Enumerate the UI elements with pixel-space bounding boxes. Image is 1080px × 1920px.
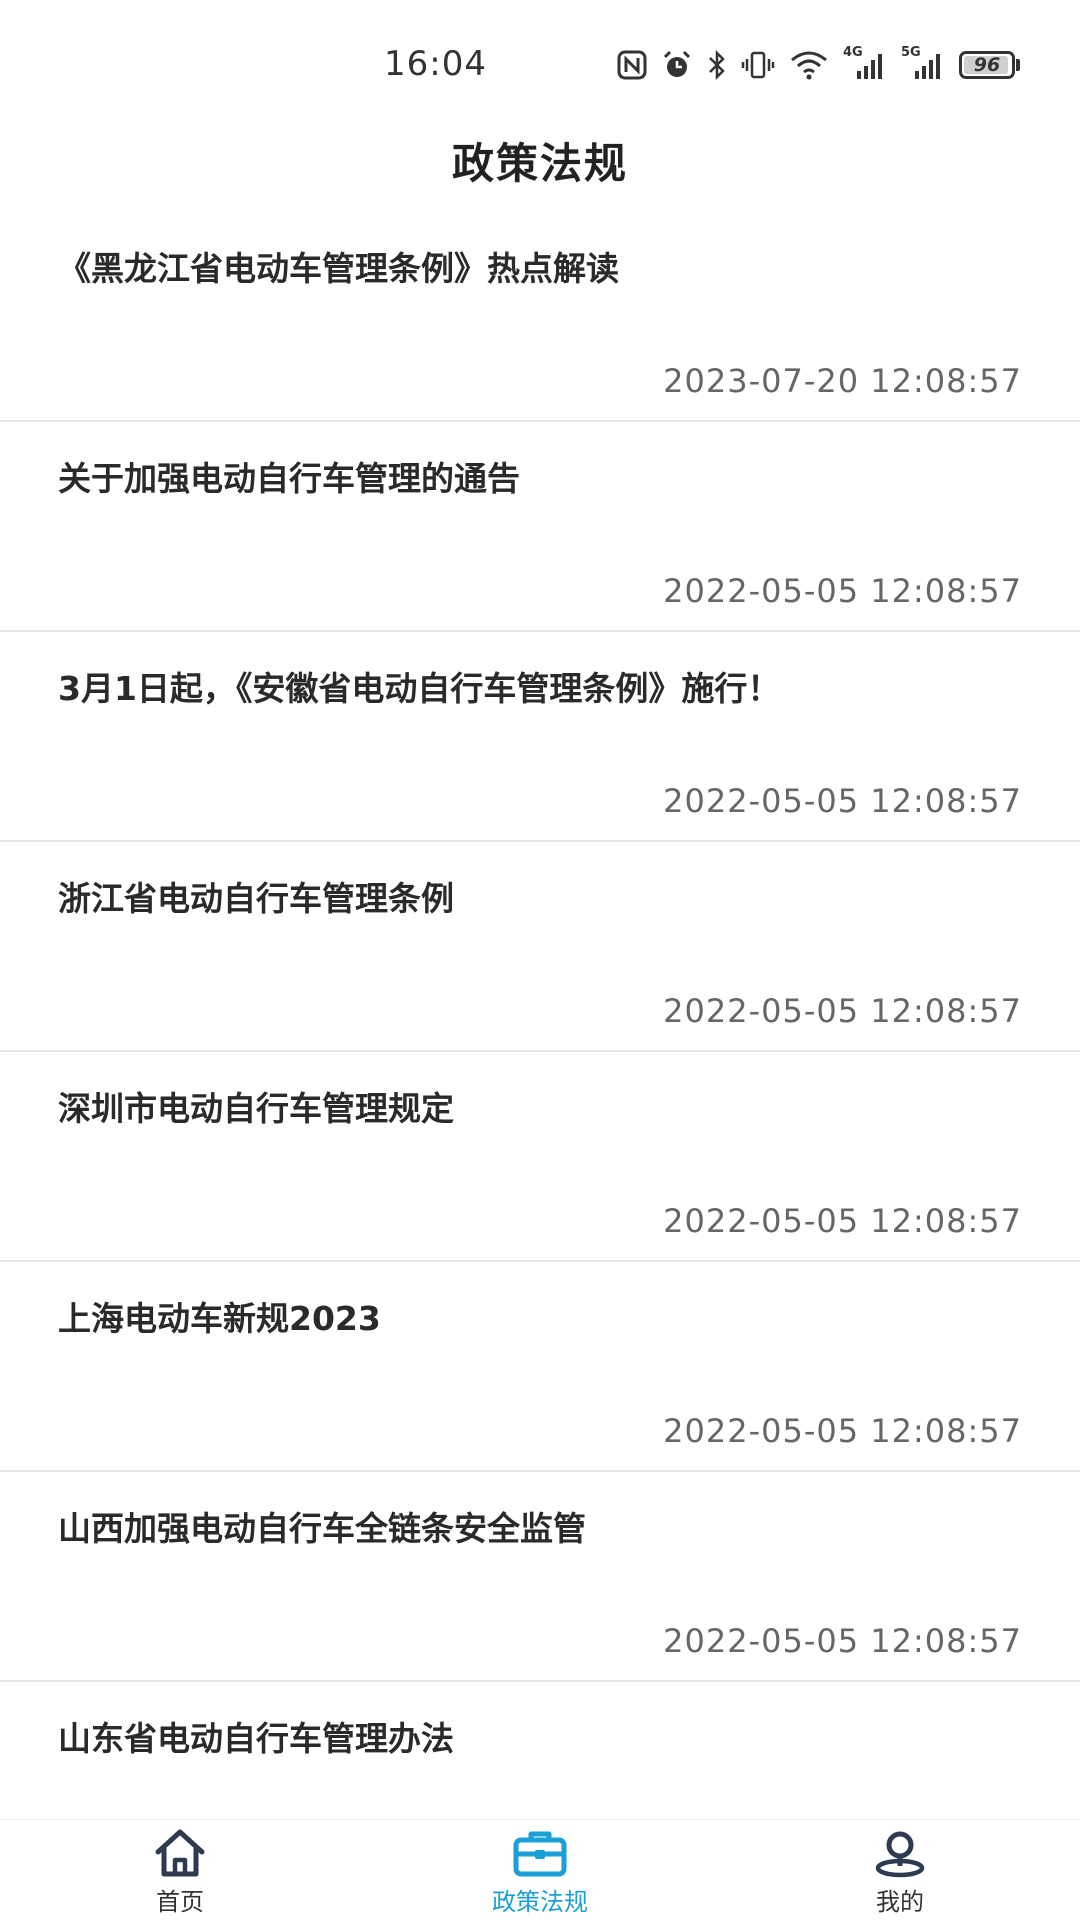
news-title: 山东省电动自行车管理办法 (58, 1719, 454, 1758)
briefcase-icon (513, 1831, 567, 1877)
page-title: 政策法规 (451, 139, 628, 188)
status-bar: 16:04 4G 5G 96 (0, 0, 1080, 120)
list-item[interactable]: 3月1日起，《安徽省电动自行车管理条例》施行！ 2022-05-05 12:08… (0, 632, 1080, 842)
tab-policy-label: 政策法规 (492, 1888, 588, 1916)
news-time: 2023-07-20 12:08:57 (663, 362, 1022, 400)
list-item[interactable]: 浙江省电动自行车管理条例 2022-05-05 12:08:57 (0, 842, 1080, 1052)
news-title: 《黑龙江省电动车管理条例》热点解读 (58, 249, 619, 288)
list-item[interactable]: 上海电动车新规2023 2022-05-05 12:08:57 (0, 1262, 1080, 1472)
user-pin-icon (875, 1831, 925, 1878)
signal-5g-indicator: 5G (901, 45, 945, 81)
tab-policy[interactable]: 政策法规 (360, 1820, 720, 1920)
status-icons: 4G 5G 96 (617, 45, 1020, 82)
news-title: 深圳市电动自行车管理规定 (58, 1089, 454, 1128)
news-title: 上海电动车新规2023 (58, 1299, 381, 1338)
alarm-icon (663, 50, 691, 77)
news-title: 浙江省电动自行车管理条例 (58, 879, 454, 918)
news-title: 山西加强电动自行车全链条安全监管 (58, 1509, 586, 1548)
news-list: 《黑龙江省电动车管理条例》热点解读 2023-07-20 12:08:57 关于… (0, 212, 1080, 1892)
news-title: 3月1日起，《安徽省电动自行车管理条例》施行！ (58, 669, 781, 708)
news-time: 2022-05-05 12:08:57 (663, 992, 1022, 1030)
battery-indicator: 96 (959, 51, 1020, 79)
signal-bars-icon (857, 54, 882, 79)
news-time: 2022-05-05 12:08:57 (663, 572, 1022, 610)
bottom-nav: 首页 政策法规 我的 (0, 1819, 1080, 1920)
tab-home[interactable]: 首页 (0, 1820, 360, 1920)
status-time: 16:04 (384, 44, 487, 84)
home-icon (155, 1829, 205, 1877)
tab-mine[interactable]: 我的 (720, 1820, 1080, 1920)
news-time: 2022-05-05 12:08:57 (663, 1202, 1022, 1240)
signal-4g-indicator: 4G (843, 45, 887, 81)
bluetooth-icon (709, 49, 725, 81)
news-title: 关于加强电动自行车管理的通告 (58, 459, 520, 498)
battery-icon: 96 (959, 51, 1015, 79)
vibrate-icon (741, 51, 775, 79)
tab-mine-label: 我的 (876, 1888, 924, 1916)
signal-bars-icon (915, 54, 940, 79)
nfc-icon (617, 50, 647, 80)
news-time: 2022-05-05 12:08:57 (663, 1622, 1022, 1660)
news-time: 2022-05-05 12:08:57 (663, 1412, 1022, 1450)
battery-level: 96 (973, 54, 1001, 76)
tab-home-label: 首页 (156, 1888, 204, 1916)
list-item[interactable]: 深圳市电动自行车管理规定 2022-05-05 12:08:57 (0, 1052, 1080, 1262)
news-time: 2022-05-05 12:08:57 (663, 782, 1022, 820)
wifi-icon (791, 51, 827, 80)
list-item[interactable]: 《黑龙江省电动车管理条例》热点解读 2023-07-20 12:08:57 (0, 212, 1080, 422)
list-item[interactable]: 山西加强电动自行车全链条安全监管 2022-05-05 12:08:57 (0, 1472, 1080, 1682)
policy-screen: 16:04 4G 5G 96 政策法规 《黑龙江省电动车管理条例》热点解读 20… (0, 0, 1080, 1920)
list-item[interactable]: 关于加强电动自行车管理的通告 2022-05-05 12:08:57 (0, 422, 1080, 632)
